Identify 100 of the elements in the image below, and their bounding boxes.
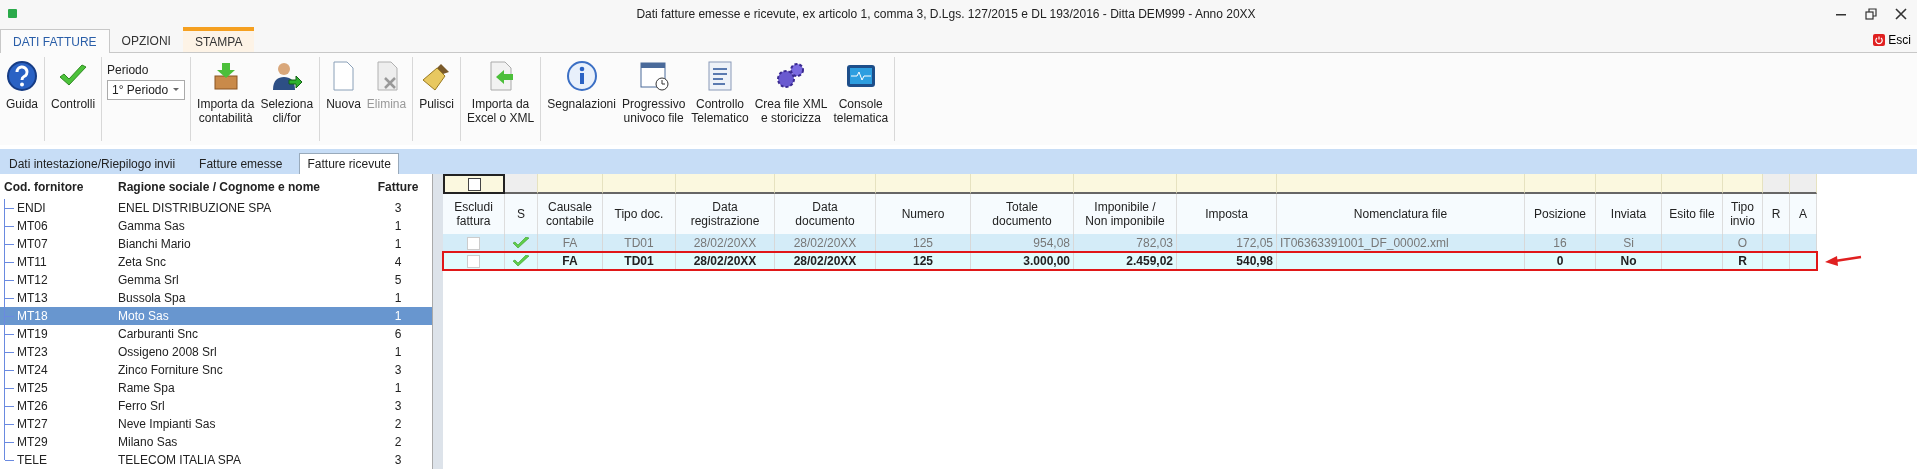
supplier-code: MT12	[17, 273, 48, 287]
supplier-row[interactable]: ENDI ENEL DISTRIBUZIONE SPA 3	[0, 199, 432, 217]
ribbon-button[interactable]: Pulisci	[416, 57, 457, 111]
supplier-row[interactable]: MT25 Rame Spa 1	[0, 379, 432, 397]
supplier-row[interactable]: MT07 Bianchi Mario 1	[0, 235, 432, 253]
column-header[interactable]: A	[1790, 194, 1817, 234]
period-label: Periodo	[107, 63, 150, 77]
supplier-name: Neve Impianti Sas	[117, 417, 217, 431]
supplier-row[interactable]: TELE TELECOM ITALIA SPA 3	[0, 451, 432, 469]
restore-icon[interactable]	[1865, 7, 1877, 20]
column-header[interactable]: Causale contabile	[538, 194, 603, 234]
supplier-name: Moto Sas	[117, 309, 170, 323]
column-header[interactable]: Esito file	[1662, 194, 1723, 234]
ribbon-tab[interactable]: STAMPA	[182, 27, 255, 52]
supplier-row[interactable]: MT06 Gamma Sas 1	[0, 217, 432, 235]
column-header[interactable]: Totale documento	[971, 194, 1074, 234]
supplier-code: ENDI	[17, 201, 46, 215]
supplier-row[interactable]: MT12 Gemma Srl 5	[0, 271, 432, 289]
exclude-checkbox[interactable]	[467, 254, 480, 268]
power-icon	[1873, 33, 1886, 46]
table-cell: 125	[913, 236, 933, 250]
invoice-row[interactable]: FA TD01 28/02/20XX 28/02/20XX 125 954,08 782,03 172,05 IT06363391001_DF_00002.xml 16 Si O	[443, 234, 1817, 252]
column-header[interactable]: Inviata	[1596, 194, 1662, 234]
column-header[interactable]: Imponibile / Non imponibile	[1074, 194, 1177, 234]
invoice-count: 5	[393, 273, 403, 287]
column-header[interactable]: Fatture	[368, 179, 428, 194]
table-cell: FA	[562, 236, 578, 250]
column-header[interactable]: Numero	[876, 194, 971, 234]
page-tab[interactable]: Dati intestazione/Riepilogo invii	[2, 154, 183, 174]
supplier-name: Ossigeno 2008 Srl	[117, 345, 218, 359]
table-cell: 16	[1553, 236, 1567, 250]
page-tab[interactable]: Fatture ricevute	[299, 153, 399, 174]
supplier-code: MT19	[17, 327, 48, 341]
table-cell: 28/02/20XX	[793, 254, 857, 268]
ribbon-tab[interactable]: DATI FATTURE	[0, 29, 110, 53]
table-cell: FA	[562, 254, 578, 268]
column-header[interactable]: Posizione	[1525, 194, 1596, 234]
period-dropdown[interactable]: 1° Periodo	[107, 80, 186, 100]
select-all-checkbox[interactable]	[467, 177, 481, 191]
table-cell: TD01	[624, 254, 654, 268]
exclude-checkbox[interactable]	[467, 236, 480, 250]
close-icon[interactable]	[1895, 7, 1907, 20]
column-header[interactable]: S	[505, 194, 538, 234]
ribbon-button[interactable]: Controllo Telematico	[688, 57, 752, 125]
supplier-row[interactable]: MT29 Milano Sas 2	[0, 433, 432, 451]
ribbon-button[interactable]: Guida	[3, 57, 42, 111]
filter-cell[interactable]	[443, 174, 505, 194]
ribbon-button[interactable]: Progressivo univoco file	[618, 57, 689, 125]
table-cell: No	[1620, 254, 1637, 268]
ribbon-button[interactable]: Controlli	[48, 57, 99, 111]
column-header[interactable]: Data registrazione	[676, 194, 775, 234]
ribbon-button[interactable]: Crea file XML e storicizza	[751, 57, 831, 125]
column-header[interactable]: Nomenclatura file	[1277, 194, 1525, 234]
ribbon-button[interactable]: Importa da contabilità	[194, 57, 258, 125]
invoice-row[interactable]: FA TD01 28/02/20XX 28/02/20XX 125 3.000,00 2.459,02 540,98 0 No R	[443, 252, 1817, 270]
ribbon-button[interactable]: Importa da Excel o XML	[463, 57, 538, 125]
table-cell: TD01	[624, 236, 654, 250]
invoice-count: 3	[393, 201, 403, 215]
exit-button[interactable]: Esci	[1869, 27, 1915, 52]
supplier-row[interactable]: MT11 Zeta Snc 4	[0, 253, 432, 271]
supplier-code: MT27	[17, 417, 48, 431]
column-header[interactable]: Ragione sociale / Cognome e nome	[112, 179, 368, 194]
table-cell: R	[1738, 254, 1747, 268]
ribbon-button[interactable]: Segnalazioni	[544, 57, 619, 111]
supplier-name: Ferro Srl	[117, 399, 166, 413]
table-cell: 2.459,02	[1126, 254, 1173, 268]
invoice-count: 1	[393, 345, 403, 359]
ribbon-button[interactable]: Console telematica	[830, 57, 892, 125]
column-header[interactable]: Tipo invio	[1723, 194, 1763, 234]
supplier-code: MT07	[17, 237, 48, 251]
app-icon	[8, 9, 17, 18]
column-header[interactable]: R	[1763, 194, 1790, 234]
ribbon-button[interactable]: Seleziona cli/for	[257, 57, 317, 125]
column-header[interactable]: Cod. fornitore	[0, 179, 112, 194]
ribbon-tab[interactable]: OPZIONI	[109, 29, 183, 52]
table-cell: 172,05	[1236, 236, 1273, 250]
supplier-name: Rame Spa	[117, 381, 176, 395]
supplier-row[interactable]: MT24 Zinco Forniture Snc 3	[0, 361, 432, 379]
supplier-row[interactable]: MT19 Carburanti Snc 6	[0, 325, 432, 343]
invoice-count: 4	[393, 255, 403, 269]
supplier-row[interactable]: MT27 Neve Impianti Sas 2	[0, 415, 432, 433]
column-header[interactable]: Escludi fattura	[443, 194, 505, 234]
page-tab[interactable]: Fatture emesse	[192, 154, 290, 174]
supplier-code: TELE	[17, 453, 47, 467]
supplier-row[interactable]: MT23 Ossigeno 2008 Srl 1	[0, 343, 432, 361]
supplier-code: MT11	[17, 255, 47, 269]
supplier-code: MT23	[17, 345, 48, 359]
column-header[interactable]: Imposta	[1177, 194, 1277, 234]
column-header[interactable]: Data documento	[775, 194, 876, 234]
supplier-code: MT29	[17, 435, 48, 449]
supplier-name: TELECOM ITALIA SPA	[117, 453, 242, 467]
supplier-row[interactable]: MT26 Ferro Srl 3	[0, 397, 432, 415]
table-cell: O	[1737, 236, 1748, 250]
supplier-name: ENEL DISTRIBUZIONE SPA	[117, 201, 273, 215]
supplier-name: Bussola Spa	[117, 291, 187, 305]
table-cell: 954,08	[1033, 236, 1070, 250]
invoice-count: 6	[393, 327, 403, 341]
help-icon	[6, 60, 38, 92]
column-header[interactable]: Tipo doc.	[603, 194, 676, 234]
ribbon-button[interactable]: Nuova	[323, 57, 364, 111]
